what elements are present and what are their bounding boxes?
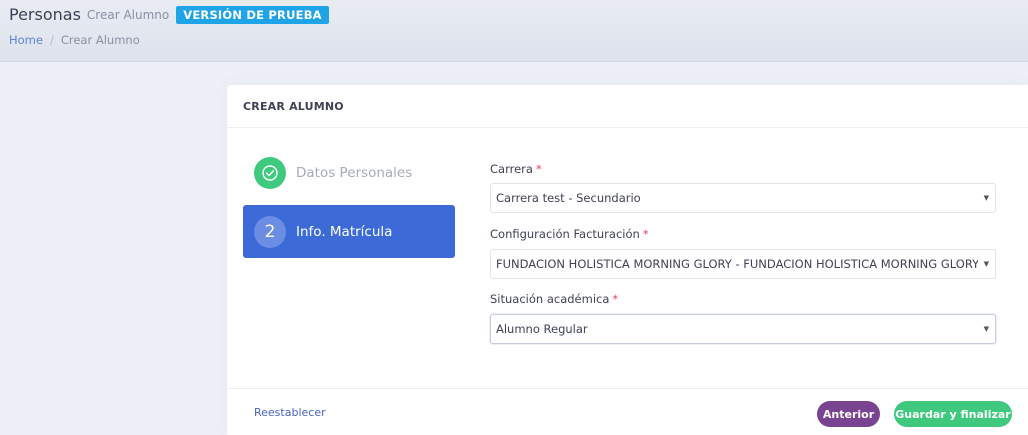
- create-student-card: CREAR ALUMNO Datos Personales 2 Info. Ma…: [227, 85, 1028, 435]
- card-footer: Reestablecer Anterior Guardar y finaliza…: [227, 388, 1028, 435]
- situacion-label-text: Situación académica: [490, 292, 610, 306]
- facturacion-select-value: FUNDACION HOLISTICA MORNING GLORY - FUND…: [496, 257, 978, 271]
- trial-version-badge: VERSIÓN DE PRUEBA: [176, 5, 329, 24]
- check-circle-icon: [254, 156, 286, 189]
- card-header: CREAR ALUMNO: [227, 85, 1028, 128]
- card-title: CREAR ALUMNO: [243, 99, 344, 113]
- facturacion-select[interactable]: FUNDACION HOLISTICA MORNING GLORY - FUND…: [490, 249, 996, 279]
- caret-down-icon: ▼: [983, 325, 989, 333]
- page-title: Personas: [9, 5, 81, 24]
- step-datos-personales[interactable]: Datos Personales: [243, 146, 455, 199]
- title-row: Personas Crear Alumno VERSIÓN DE PRUEBA: [9, 5, 329, 24]
- reset-button[interactable]: Reestablecer: [254, 406, 326, 419]
- required-mark: *: [642, 227, 649, 241]
- step-info-matricula[interactable]: 2 Info. Matrícula: [243, 205, 455, 258]
- carrera-select[interactable]: Carrera test - Secundario ▼: [490, 183, 996, 213]
- previous-button[interactable]: Anterior: [817, 401, 880, 427]
- step-label: Datos Personales: [296, 164, 413, 181]
- breadcrumb-home-link[interactable]: Home: [9, 33, 43, 47]
- breadcrumb: Home / Crear Alumno: [9, 33, 140, 47]
- subheader: Personas Crear Alumno VERSIÓN DE PRUEBA …: [0, 0, 1028, 62]
- carrera-label: Carrera *: [490, 162, 542, 176]
- breadcrumb-current: Crear Alumno: [60, 33, 140, 47]
- carrera-select-value: Carrera test - Secundario: [496, 191, 641, 205]
- save-and-finish-button[interactable]: Guardar y finalizar: [894, 401, 1012, 427]
- situacion-label: Situación académica *: [490, 292, 618, 306]
- step-number: 2: [254, 215, 286, 248]
- page-subtitle: Crear Alumno: [86, 7, 170, 22]
- carrera-label-text: Carrera: [490, 162, 533, 176]
- breadcrumb-separator: /: [49, 33, 54, 47]
- facturacion-label: Configuración Facturación *: [490, 227, 649, 241]
- facturacion-label-text: Configuración Facturación: [490, 227, 640, 241]
- situacion-select[interactable]: Alumno Regular ▼: [490, 314, 996, 344]
- required-mark: *: [535, 162, 542, 176]
- caret-down-icon: ▼: [983, 194, 989, 202]
- required-mark: *: [612, 292, 619, 306]
- situacion-select-value: Alumno Regular: [496, 322, 588, 336]
- caret-down-icon: ▼: [983, 260, 989, 268]
- step-label: Info. Matrícula: [296, 223, 393, 240]
